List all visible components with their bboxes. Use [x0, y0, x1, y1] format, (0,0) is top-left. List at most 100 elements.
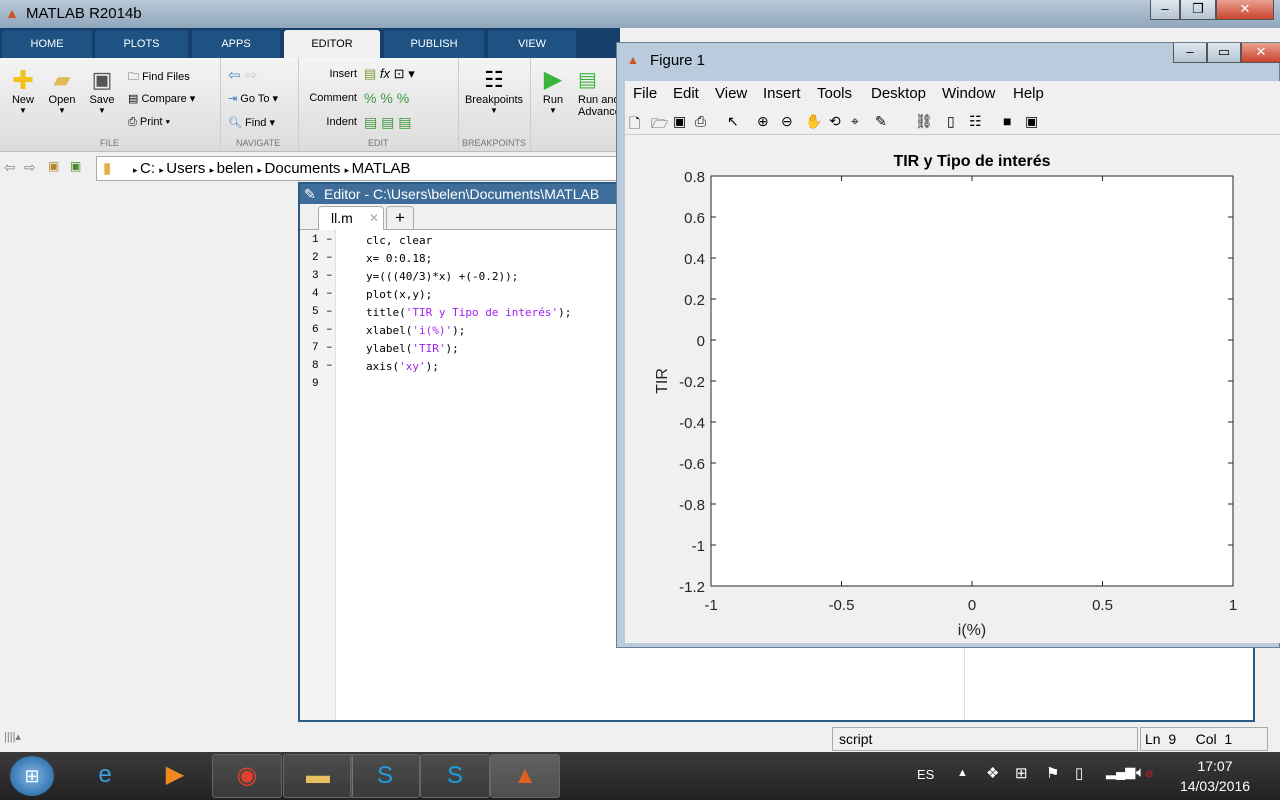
run-button[interactable]: ▶ Run ▼	[538, 66, 568, 115]
goto-button[interactable]: ⇥ Go To ▾	[228, 92, 278, 105]
tab-home[interactable]: HOME	[2, 30, 92, 58]
internet-explorer-icon[interactable]: e	[70, 754, 140, 798]
path-segment[interactable]: MATLAB	[352, 160, 411, 177]
run-and-advance-button[interactable]: ▤ Run and Advance	[578, 66, 620, 118]
breakpoint-marker[interactable]: –	[326, 288, 333, 300]
pan-icon[interactable]: ✋	[805, 113, 822, 130]
fx-icon[interactable]: fx	[380, 66, 390, 81]
link-icon[interactable]: ⛓	[915, 113, 933, 130]
increase-indent-icon[interactable]: ▤	[381, 114, 394, 130]
menu-edit[interactable]: Edit	[673, 85, 699, 102]
find-files-button[interactable]: 🗀 Find Files	[128, 68, 190, 87]
menu-tools[interactable]: Tools	[817, 85, 852, 102]
action-center-flag-icon[interactable]: ⚑	[1046, 764, 1059, 782]
menu-insert[interactable]: Insert	[763, 85, 801, 102]
breakpoint-marker[interactable]: –	[326, 342, 333, 354]
legend-icon[interactable]: ☷	[969, 113, 982, 130]
breakpoint-marker[interactable]: –	[326, 252, 333, 264]
tab-publish[interactable]: PUBLISH	[384, 30, 484, 58]
close-tab-icon[interactable]: ✕	[369, 207, 379, 229]
skype-icon[interactable]: S	[350, 754, 420, 798]
print-button[interactable]: ⎙ Print ▾	[128, 116, 170, 129]
comment-label[interactable]: Comment	[300, 92, 357, 104]
save-button[interactable]: ▣ Save ▼	[86, 66, 118, 115]
tab-apps[interactable]: APPS	[192, 30, 280, 58]
tab-editor[interactable]: EDITOR	[284, 30, 380, 58]
rotate-icon[interactable]: ⟲	[829, 113, 841, 130]
forward-icon[interactable]: ⇨	[24, 159, 36, 176]
zoom-in-icon[interactable]: ⊕	[757, 113, 769, 130]
new-figure-icon[interactable]: 🗋	[629, 113, 640, 137]
minimize-button[interactable]: –	[1150, 0, 1180, 20]
show-plot-tools-icon[interactable]: ▣	[1025, 113, 1038, 130]
menu-view[interactable]: View	[715, 85, 747, 102]
breakpoint-marker[interactable]: –	[326, 270, 333, 282]
file-explorer-icon[interactable]: ▬	[283, 754, 353, 798]
signal-icon[interactable]: ▂▄▆	[1106, 764, 1135, 780]
close-button[interactable]: ✕	[1216, 0, 1274, 20]
new-button[interactable]: ✚ New ▼	[8, 66, 38, 115]
zoom-out-icon[interactable]: ⊖	[781, 113, 793, 130]
breakpoint-marker[interactable]: –	[326, 324, 333, 336]
language-indicator[interactable]: ES	[917, 767, 934, 782]
matlab-taskbar-icon[interactable]: ▲	[490, 754, 560, 798]
skype-error-icon[interactable]: S	[420, 754, 490, 798]
insert-function-icon[interactable]: ⊡	[394, 66, 405, 81]
tab-plots[interactable]: PLOTS	[95, 30, 188, 58]
y-tick-label: 0.2	[684, 292, 705, 309]
menu-desktop[interactable]: Desktop	[871, 85, 926, 102]
clock[interactable]: 17:07 14/03/2016	[1165, 756, 1265, 796]
breakpoint-marker[interactable]: –	[326, 306, 333, 318]
file-tab-ll-m[interactable]: ll.m ✕	[318, 206, 384, 230]
figure-maximize-button[interactable]: ▭	[1207, 43, 1241, 63]
pointer-icon[interactable]: ↖	[727, 113, 739, 130]
figure-minimize-button[interactable]: –	[1173, 43, 1207, 63]
new-tab-button[interactable]: +	[386, 206, 414, 230]
current-folder-path[interactable]: ▮ ▸ C: ▸ Users ▸ belen ▸ Documents ▸ MAT…	[96, 156, 620, 181]
menu-help[interactable]: Help	[1013, 85, 1044, 102]
path-segment[interactable]: Users	[166, 160, 205, 177]
path-segment[interactable]: belen	[217, 160, 254, 177]
browse-folder-icon[interactable]: ▣	[70, 159, 81, 173]
figure-close-button[interactable]: ✕	[1241, 43, 1280, 63]
find-button[interactable]: 🔍︎ Find ▾	[228, 116, 275, 129]
comment-icon[interactable]: %	[364, 90, 376, 106]
insert-label[interactable]: Insert	[300, 68, 357, 80]
colorbar-icon[interactable]: ▯	[947, 113, 955, 130]
show-hidden-icons[interactable]: ▲	[957, 767, 968, 779]
media-player-icon[interactable]: ▶	[140, 754, 210, 798]
save-icon[interactable]: ▣	[673, 113, 686, 130]
breakpoints-button[interactable]: ☷ Breakpoints ▼	[462, 66, 526, 115]
chrome-icon[interactable]: ◉	[212, 754, 282, 798]
windows-icon[interactable]: ⊞	[1015, 764, 1028, 782]
menu-file[interactable]: File	[633, 85, 657, 102]
compare-button[interactable]: ▤ Compare ▾	[128, 92, 195, 105]
path-segment[interactable]: C:	[140, 160, 155, 177]
battery-icon[interactable]: ▯	[1075, 764, 1083, 782]
up-folder-icon[interactable]: ▣	[48, 159, 59, 173]
back-forward-icons[interactable]: ⇦ ⇨	[228, 66, 257, 84]
indent-label[interactable]: Indent	[300, 116, 357, 128]
smart-indent-icon[interactable]: ▤	[364, 114, 377, 130]
plot-axes-svg[interactable]: -1 -0.5 0 0.5 1 0.8 0.6 0.4 0.2 0 -0.2 -0.4 -0.6 -0.8…	[625, 135, 1280, 643]
brush-icon[interactable]: ✎	[875, 113, 887, 130]
open-button[interactable]: ▰ Open ▼	[46, 66, 78, 115]
volume-muted-icon[interactable]: 🔈︎⊘	[1136, 764, 1153, 781]
tab-view[interactable]: VIEW	[488, 30, 576, 58]
insert-section-icon[interactable]: ▤	[364, 66, 376, 81]
data-cursor-icon[interactable]: ⌖	[851, 113, 859, 130]
breakpoint-marker[interactable]: –	[326, 360, 333, 372]
dropbox-icon[interactable]: ❖	[986, 764, 999, 782]
start-button[interactable]: ⊞	[10, 756, 54, 796]
path-segment[interactable]: Documents	[265, 160, 341, 177]
hide-plot-tools-icon[interactable]: ■	[1003, 113, 1011, 129]
wrap-comments-icon[interactable]: %	[397, 90, 409, 106]
breakpoint-marker[interactable]: –	[326, 234, 333, 246]
uncomment-icon[interactable]: %	[380, 90, 392, 106]
decrease-indent-icon[interactable]: ▤	[398, 114, 411, 130]
back-icon[interactable]: ⇦	[4, 159, 16, 176]
open-icon[interactable]: 🗁	[651, 113, 668, 137]
print-icon[interactable]: ⎙	[695, 113, 706, 130]
menu-window[interactable]: Window	[942, 85, 995, 102]
maximize-button[interactable]: ❐	[1180, 0, 1216, 20]
